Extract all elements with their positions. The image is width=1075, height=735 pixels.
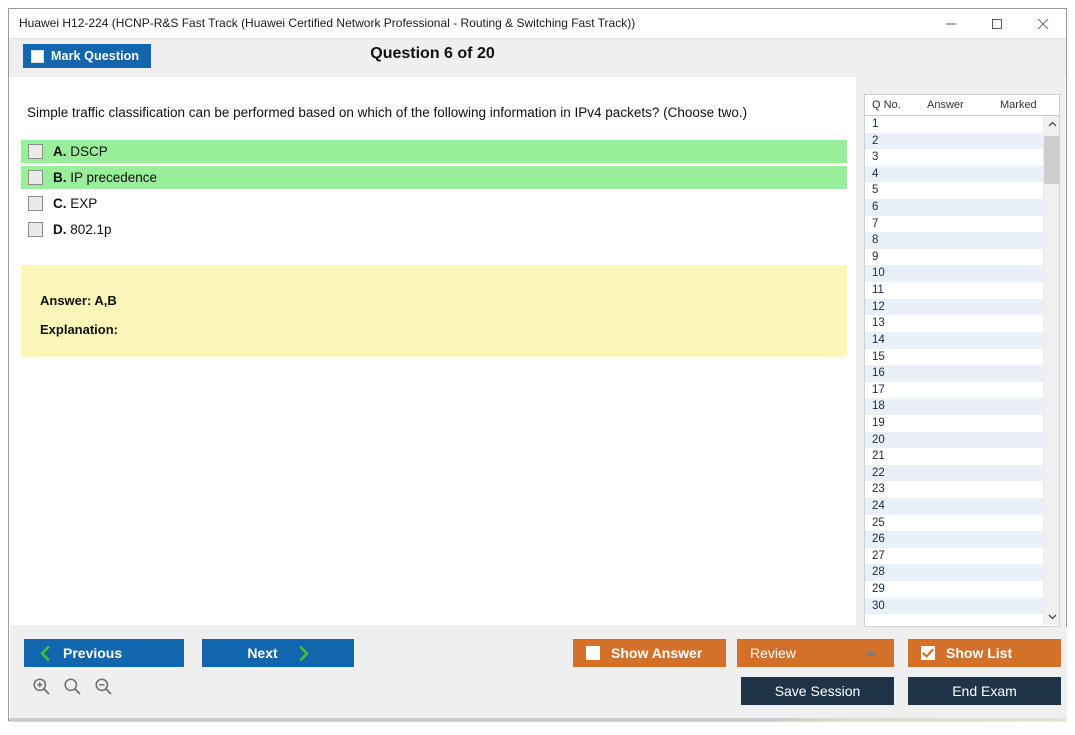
question-list-row[interactable]: 14 <box>865 331 1059 349</box>
question-list-row[interactable]: 10 <box>865 265 1059 283</box>
answer-option-label: A. DSCP <box>53 144 108 159</box>
answer-option-d[interactable]: D. 802.1p <box>21 218 847 241</box>
question-list-row[interactable]: 21 <box>865 448 1059 465</box>
question-list-row[interactable]: 11 <box>865 282 1059 299</box>
answer-option-a[interactable]: A. DSCP <box>21 140 847 163</box>
question-list-row[interactable]: 26 <box>865 531 1059 548</box>
window-bottom-edge <box>9 718 1066 722</box>
question-list-row[interactable]: 1 <box>865 116 1059 133</box>
question-list-row[interactable]: 7 <box>865 216 1059 233</box>
title-bar: Huawei H12-224 (HCNP-R&S Fast Track (Hua… <box>9 9 1066 39</box>
question-list-row[interactable]: 6 <box>865 199 1059 216</box>
show-list-label: Show List <box>946 645 1013 661</box>
answer-option-b[interactable]: B. IP precedence <box>21 166 847 189</box>
close-icon[interactable] <box>1020 9 1066 39</box>
scroll-up-icon[interactable] <box>1044 116 1060 133</box>
question-pane: Simple traffic classification can be per… <box>10 77 856 625</box>
question-list-header: Q No. Answer Marked <box>865 95 1059 116</box>
window-title: Huawei H12-224 (HCNP-R&S Fast Track (Hua… <box>19 16 636 30</box>
question-list-row[interactable]: 22 <box>865 464 1059 482</box>
explanation-label: Explanation: <box>40 322 119 337</box>
question-list-row[interactable]: 8 <box>865 232 1059 249</box>
question-list-row[interactable]: 23 <box>865 481 1059 498</box>
exam-window: Huawei H12-224 (HCNP-R&S Fast Track (Hua… <box>8 8 1067 721</box>
question-list-row[interactable]: 17 <box>865 382 1059 399</box>
toolbar: Mark Question Question 6 of 20 <box>9 39 1066 77</box>
question-list-row[interactable]: 16 <box>865 365 1059 382</box>
show-list-checkbox[interactable] <box>921 646 935 660</box>
next-label: Next <box>247 645 278 661</box>
answer-option-c[interactable]: C. EXP <box>21 192 847 215</box>
chevron-up-icon[interactable] <box>865 650 877 656</box>
question-list-row[interactable]: 13 <box>865 315 1059 332</box>
check-icon <box>922 648 934 658</box>
question-list-row[interactable]: 20 <box>865 431 1059 449</box>
question-list-row[interactable]: 30 <box>865 597 1059 615</box>
question-list-row[interactable]: 28 <box>865 564 1059 582</box>
scrollbar-thumb[interactable] <box>1044 136 1060 184</box>
app-root: Huawei H12-224 (HCNP-R&S Fast Track (Hua… <box>0 0 1075 735</box>
zoom-controls <box>32 677 113 696</box>
question-list-row[interactable]: 29 <box>865 581 1059 598</box>
answer-option-label: C. EXP <box>53 196 98 211</box>
column-header-marked: Marked <box>1000 99 1037 111</box>
column-header-qno: Q No. <box>872 99 901 111</box>
question-text: Simple traffic classification can be per… <box>27 105 748 120</box>
show-answer-button[interactable]: Show Answer <box>573 639 726 667</box>
question-list-row[interactable]: 25 <box>865 515 1059 532</box>
chevron-left-icon <box>40 645 50 661</box>
question-list-row[interactable]: 9 <box>865 249 1059 266</box>
answer-option-label: B. IP precedence <box>53 170 158 185</box>
end-exam-button[interactable]: End Exam <box>908 677 1061 705</box>
show-answer-checkbox[interactable] <box>586 646 600 660</box>
question-list-row[interactable]: 27 <box>865 548 1059 565</box>
answer-explanation-panel: Answer: A,B Explanation: <box>21 265 847 357</box>
question-list-row[interactable]: 12 <box>865 298 1059 316</box>
chevron-right-icon <box>298 645 309 661</box>
previous-label: Previous <box>63 645 123 661</box>
review-label: Review <box>750 645 796 661</box>
review-dropdown[interactable]: Review <box>737 639 894 667</box>
question-list-scrollbar[interactable] <box>1043 116 1060 625</box>
scroll-down-icon[interactable] <box>1044 608 1060 625</box>
answer-options-list: A. DSCP B. IP precedence C. EXP D. 802.1p <box>21 140 847 244</box>
save-session-label: Save Session <box>774 683 861 699</box>
maximize-icon[interactable] <box>974 9 1020 39</box>
page-title: Question 6 of 20 <box>370 45 495 62</box>
zoom-out-icon[interactable] <box>94 677 113 696</box>
zoom-in-icon[interactable] <box>32 677 51 696</box>
question-list-row[interactable]: 15 <box>865 349 1059 366</box>
question-list-panel: Q No. Answer Marked 1 2 3 4 5 6 7 8 9 10 11 12 13 14 1… <box>864 94 1060 627</box>
question-list-row[interactable]: 18 <box>865 398 1059 415</box>
show-list-button[interactable]: Show List <box>908 639 1061 667</box>
answer-option-checkbox[interactable] <box>28 222 43 237</box>
question-list-row[interactable]: 24 <box>865 498 1059 515</box>
question-list-row[interactable]: 3 <box>865 149 1059 166</box>
answer-option-checkbox[interactable] <box>28 170 43 185</box>
answer-label: Answer: A,B <box>40 293 117 308</box>
column-header-answer: Answer <box>927 99 964 111</box>
question-list-row[interactable]: 2 <box>865 132 1059 150</box>
next-button[interactable]: Next <box>202 639 354 667</box>
question-list-rows[interactable]: 1 2 3 4 5 6 7 8 9 10 11 12 13 14 15 16 17 18 19 20 21 22 23 24 2… <box>865 116 1059 625</box>
end-exam-label: End Exam <box>952 683 1017 699</box>
minimize-icon[interactable] <box>928 9 974 39</box>
show-answer-label: Show Answer <box>611 645 703 661</box>
save-session-button[interactable]: Save Session <box>741 677 894 705</box>
zoom-reset-icon[interactable] <box>63 677 82 696</box>
question-list-row[interactable]: 5 <box>865 182 1059 199</box>
window-controls <box>928 9 1066 39</box>
answer-option-checkbox[interactable] <box>28 196 43 211</box>
question-list-row[interactable]: 19 <box>865 415 1059 432</box>
previous-button[interactable]: Previous <box>24 639 184 667</box>
answer-option-checkbox[interactable] <box>28 144 43 159</box>
footer-toolbar: Previous Next Show Answer Review Show Li… <box>10 627 1067 721</box>
answer-option-label: D. 802.1p <box>53 222 112 237</box>
question-list-row[interactable]: 4 <box>865 165 1059 183</box>
